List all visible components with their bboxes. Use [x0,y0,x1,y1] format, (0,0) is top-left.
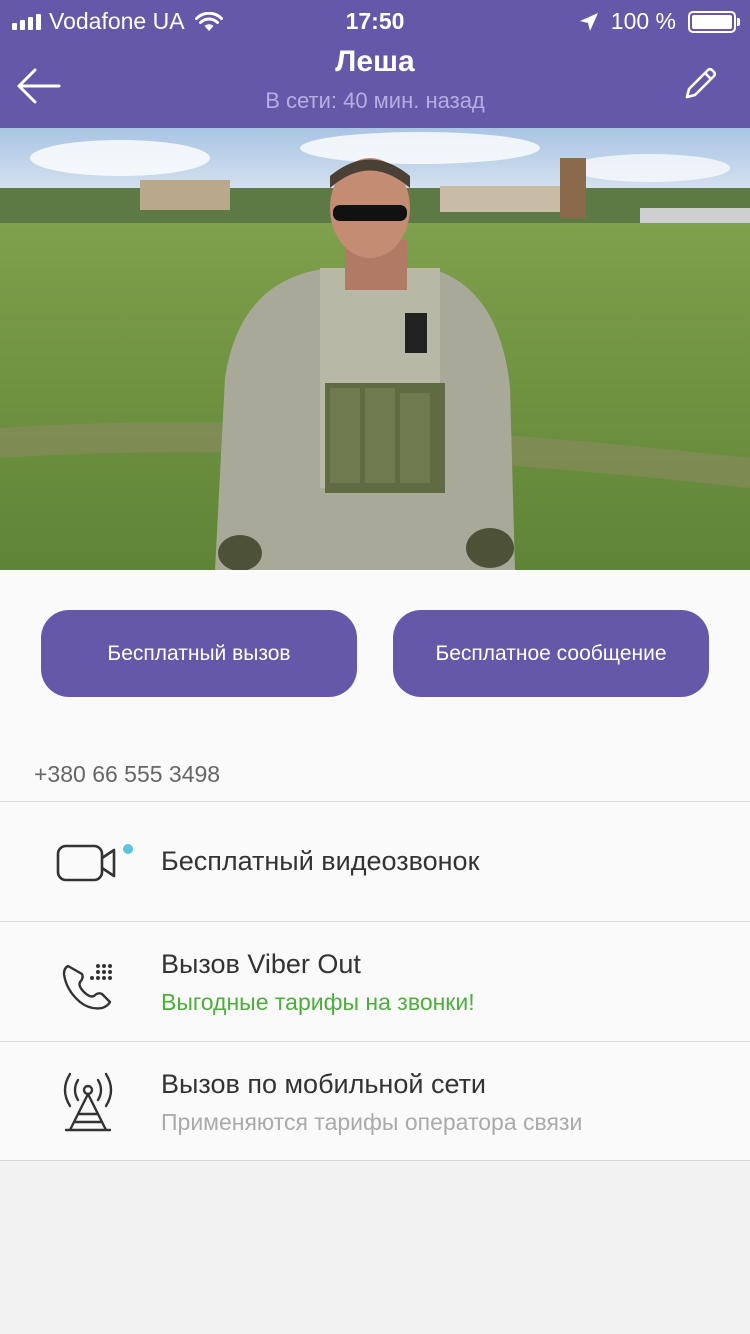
last-seen-status: В сети: 40 мин. назад [265,88,485,113]
battery-icon [688,10,740,33]
contact-name: Леша [335,45,415,78]
status-right: 100 % [579,8,740,35]
phone-number[interactable]: +380 66 555 3498 [34,761,220,788]
header: Vodafone UA 17:50 100 % Леша В сети: 40 … [0,0,750,128]
viber-out-row[interactable]: Вызов Viber Out Выгодные тарифы на звонк… [0,921,750,1041]
mobile-call-subtitle: Применяются тарифы оператора связи [161,1109,583,1135]
call-options-list: Бесплатный видеозвонок Вызов Viber Out В… [0,801,750,1161]
viber-out-title: Вызов Viber Out [161,949,361,979]
profile-photo-image [0,128,750,570]
location-arrow-icon [579,12,598,31]
contact-actions: Бесплатный вызов Бесплатное сообщение +3… [0,570,750,802]
viber-out-subtitle: Выгодные тарифы на звонки! [161,989,475,1015]
pencil-icon [685,67,717,99]
mobile-call-title: Вызов по мобильной сети [161,1069,487,1099]
status-bar: Vodafone UA 17:50 100 % [0,0,750,40]
free-video-call-row[interactable]: Бесплатный видеозвонок [0,801,750,921]
battery-percent: 100 % [610,8,676,34]
online-dot [123,844,133,854]
cell-tower-icon [63,1072,113,1132]
free-call-button[interactable]: Бесплатный вызов [41,610,357,697]
mobile-call-row[interactable]: Вызов по мобильной сети Применяются тари… [0,1041,750,1161]
free-video-call-title: Бесплатный видеозвонок [161,846,480,876]
video-camera-icon [56,844,116,882]
free-message-button[interactable]: Бесплатное сообщение [393,610,709,697]
profile-photo[interactable] [0,128,750,570]
viber-out-phone-icon [62,964,112,1010]
edit-button[interactable] [678,62,722,106]
